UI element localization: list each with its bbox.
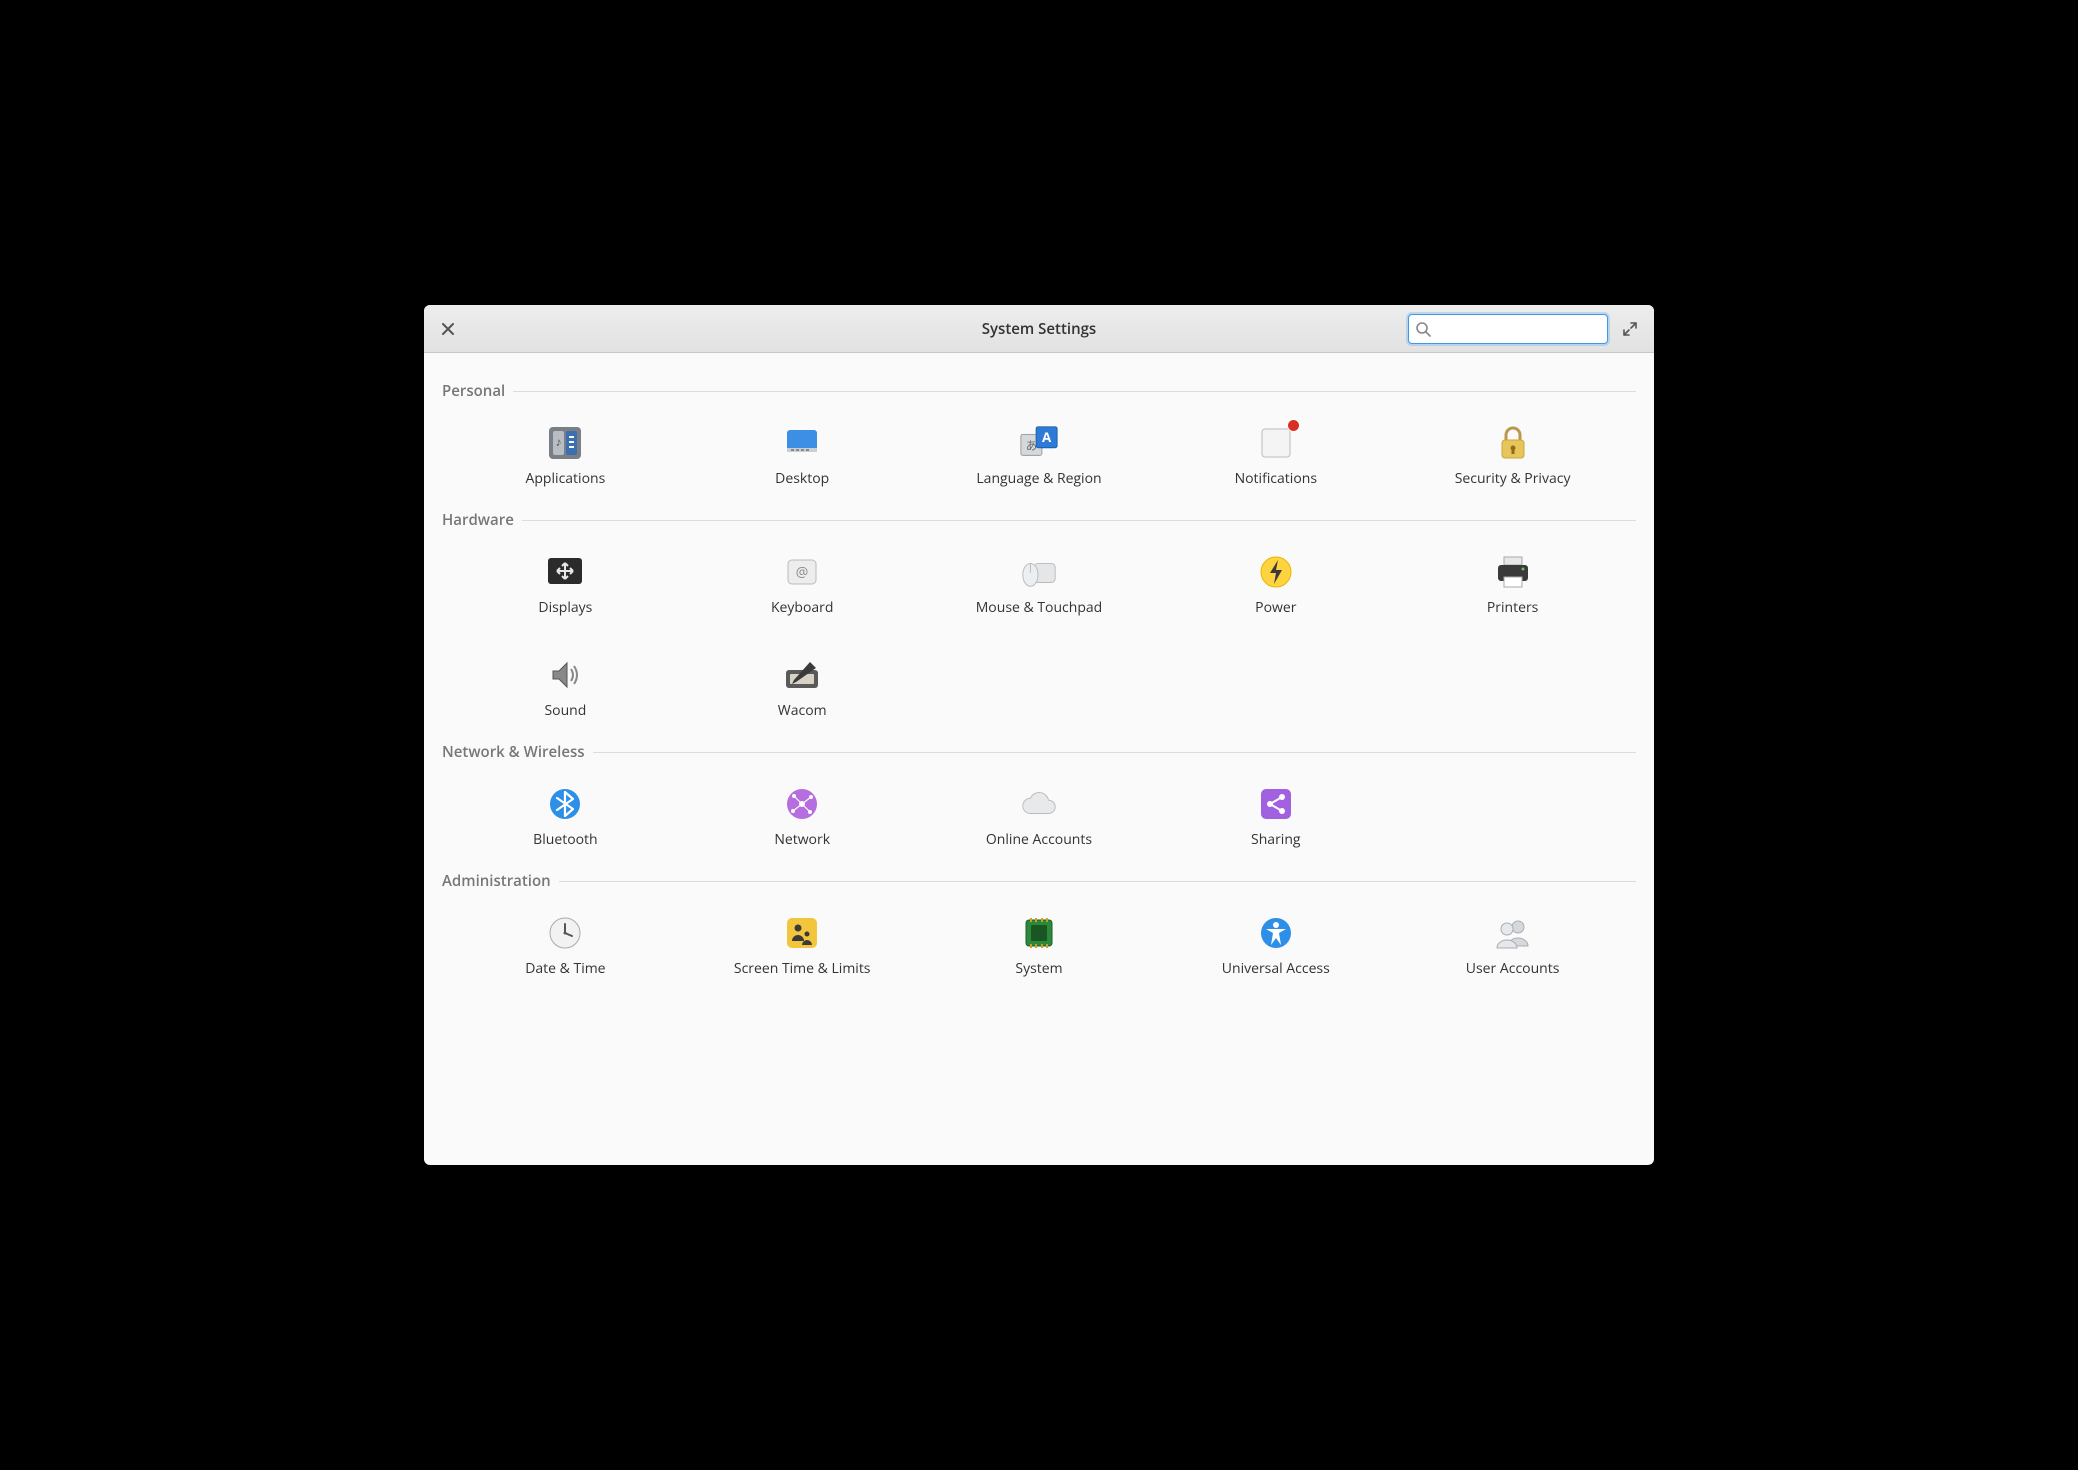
item-screen-time[interactable]: Screen Time & Limits bbox=[689, 909, 916, 982]
item-online-accounts[interactable]: Online Accounts bbox=[926, 780, 1153, 853]
section-header: Hardware bbox=[442, 510, 1636, 530]
titlebar: System Settings bbox=[424, 305, 1654, 353]
content-area: Personal ♪ bbox=[424, 353, 1654, 1165]
section-hardware: Hardware Displays bbox=[442, 510, 1636, 724]
item-label: User Accounts bbox=[1466, 959, 1560, 978]
system-icon bbox=[1019, 913, 1059, 953]
item-applications[interactable]: ♪ Applications bbox=[452, 419, 679, 492]
applications-icon: ♪ bbox=[545, 423, 585, 463]
svg-text:A: A bbox=[1042, 428, 1052, 446]
close-icon bbox=[442, 323, 454, 335]
item-label: Desktop bbox=[775, 469, 829, 488]
displays-icon bbox=[545, 552, 585, 592]
section-label: Administration bbox=[442, 871, 551, 891]
item-bluetooth[interactable]: Bluetooth bbox=[452, 780, 679, 853]
item-language-region[interactable]: あ A Language & Region bbox=[926, 419, 1153, 492]
item-keyboard[interactable]: @ Keyboard bbox=[689, 548, 916, 621]
item-system[interactable]: System bbox=[926, 909, 1153, 982]
section-label: Personal bbox=[442, 381, 505, 401]
item-label: Network bbox=[774, 830, 830, 849]
svg-text:あ: あ bbox=[1026, 439, 1037, 454]
keyboard-icon: @ bbox=[782, 552, 822, 592]
maximize-icon bbox=[1623, 322, 1637, 336]
item-notifications[interactable]: Notifications bbox=[1162, 419, 1389, 492]
item-label: Language & Region bbox=[976, 469, 1101, 488]
item-label: Displays bbox=[538, 598, 592, 617]
item-label: Keyboard bbox=[771, 598, 834, 617]
language-region-icon: あ A bbox=[1019, 423, 1059, 463]
section-network-wireless: Network & Wireless Bluetooth bbox=[442, 742, 1636, 853]
network-icon bbox=[782, 784, 822, 824]
notifications-icon bbox=[1256, 423, 1296, 463]
item-sound[interactable]: Sound bbox=[452, 651, 679, 724]
system-settings-window: System Settings Personal bbox=[424, 305, 1654, 1165]
power-icon bbox=[1256, 552, 1296, 592]
bluetooth-icon bbox=[545, 784, 585, 824]
item-mouse-touchpad[interactable]: Mouse & Touchpad bbox=[926, 548, 1153, 621]
item-label: Online Accounts bbox=[986, 830, 1092, 849]
item-label: Security & Privacy bbox=[1455, 469, 1571, 488]
item-label: Notifications bbox=[1235, 469, 1317, 488]
universal-access-icon bbox=[1256, 913, 1296, 953]
item-label: Screen Time & Limits bbox=[734, 959, 871, 978]
item-label: System bbox=[1015, 959, 1062, 978]
item-wacom[interactable]: Wacom bbox=[689, 651, 916, 724]
item-label: Sound bbox=[544, 701, 586, 720]
section-label: Network & Wireless bbox=[442, 742, 585, 762]
desktop-icon bbox=[782, 423, 822, 463]
section-header: Network & Wireless bbox=[442, 742, 1636, 762]
item-label: Printers bbox=[1487, 598, 1539, 617]
item-label: Power bbox=[1255, 598, 1296, 617]
item-label: Bluetooth bbox=[533, 830, 597, 849]
section-administration: Administration Date & Time bbox=[442, 871, 1636, 982]
maximize-button[interactable] bbox=[1616, 315, 1644, 343]
mouse-touchpad-icon bbox=[1019, 552, 1059, 592]
item-label: Universal Access bbox=[1222, 959, 1330, 978]
clock-icon bbox=[545, 913, 585, 953]
screen-time-icon bbox=[782, 913, 822, 953]
item-label: Applications bbox=[526, 469, 606, 488]
item-user-accounts[interactable]: User Accounts bbox=[1399, 909, 1626, 982]
section-label: Hardware bbox=[442, 510, 514, 530]
item-label: Sharing bbox=[1251, 830, 1301, 849]
close-button[interactable] bbox=[434, 315, 462, 343]
notification-badge bbox=[1287, 419, 1300, 432]
svg-text:♪: ♪ bbox=[556, 433, 562, 450]
user-accounts-icon bbox=[1493, 913, 1533, 953]
item-desktop[interactable]: Desktop bbox=[689, 419, 916, 492]
cloud-icon bbox=[1019, 784, 1059, 824]
lock-icon bbox=[1493, 423, 1533, 463]
svg-text:@: @ bbox=[796, 563, 809, 582]
item-date-time[interactable]: Date & Time bbox=[452, 909, 679, 982]
item-label: Date & Time bbox=[525, 959, 605, 978]
item-power[interactable]: Power bbox=[1162, 548, 1389, 621]
search-input[interactable] bbox=[1435, 321, 1601, 337]
printers-icon bbox=[1493, 552, 1533, 592]
item-sharing[interactable]: Sharing bbox=[1162, 780, 1389, 853]
sound-icon bbox=[545, 655, 585, 695]
section-header: Administration bbox=[442, 871, 1636, 891]
wacom-icon bbox=[782, 655, 822, 695]
item-universal-access[interactable]: Universal Access bbox=[1162, 909, 1389, 982]
item-label: Wacom bbox=[778, 701, 827, 720]
section-header: Personal bbox=[442, 381, 1636, 401]
search-box[interactable] bbox=[1408, 314, 1608, 344]
item-printers[interactable]: Printers bbox=[1399, 548, 1626, 621]
sharing-icon bbox=[1256, 784, 1296, 824]
item-label: Mouse & Touchpad bbox=[976, 598, 1103, 617]
section-personal: Personal ♪ bbox=[442, 381, 1636, 492]
search-icon bbox=[1415, 321, 1431, 337]
item-displays[interactable]: Displays bbox=[452, 548, 679, 621]
item-security-privacy[interactable]: Security & Privacy bbox=[1399, 419, 1626, 492]
item-network[interactable]: Network bbox=[689, 780, 916, 853]
